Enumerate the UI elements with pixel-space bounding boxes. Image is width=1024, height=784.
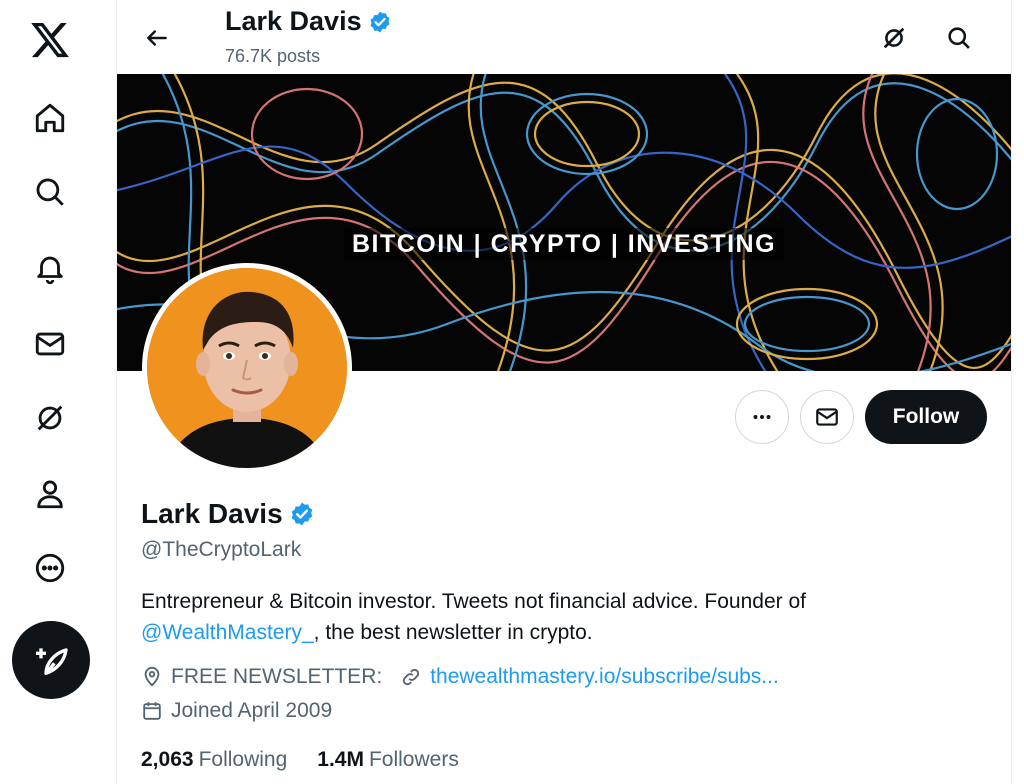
post-button[interactable] bbox=[12, 621, 90, 699]
profile-avatar[interactable] bbox=[142, 263, 352, 473]
left-nav bbox=[0, 0, 100, 784]
location-pin-icon bbox=[144, 666, 160, 687]
header-name: Lark Davis bbox=[225, 6, 392, 37]
display-name-text: Lark Davis bbox=[141, 498, 283, 529]
compose-feather-icon bbox=[36, 648, 68, 675]
link-icon bbox=[403, 668, 420, 686]
followers-count: 1.4M bbox=[317, 748, 364, 771]
profile-handle: @TheCryptoLark bbox=[141, 538, 302, 561]
verified-badge-icon bbox=[368, 10, 392, 34]
website-link[interactable]: thewealthmastery.io/subscribe/subs... bbox=[430, 665, 779, 689]
header-name-text: Lark Davis bbox=[225, 6, 362, 36]
following-label: Following bbox=[198, 748, 288, 771]
back-arrow-icon[interactable] bbox=[137, 18, 177, 58]
joined-row: Joined April 2009 bbox=[141, 699, 332, 723]
profile-bio: Entrepreneur & Bitcoin investor. Tweets … bbox=[141, 586, 981, 648]
more-icon[interactable] bbox=[24, 542, 76, 594]
mail-icon bbox=[816, 408, 838, 426]
avatar-photo bbox=[147, 268, 347, 468]
search-icon[interactable] bbox=[24, 166, 76, 218]
profile-main: Lark Davis 76.7K posts BITCOIN | CRYPTO … bbox=[117, 0, 1011, 784]
header-post-count: 76.7K posts bbox=[225, 46, 321, 66]
location-text: FREE NEWSLETTER: bbox=[171, 665, 383, 688]
home-icon[interactable] bbox=[24, 92, 76, 144]
search-icon[interactable] bbox=[937, 16, 981, 60]
follow-stats: 2,063 Following 1.4M Followers bbox=[141, 748, 459, 772]
profile-display-name: Lark Davis bbox=[141, 498, 315, 530]
more-dots-icon bbox=[753, 415, 771, 419]
following-count: 2,063 bbox=[141, 748, 194, 771]
right-divider bbox=[1011, 0, 1012, 784]
x-logo-icon[interactable] bbox=[24, 14, 76, 66]
grok-icon[interactable] bbox=[872, 16, 916, 60]
calendar-icon bbox=[143, 702, 161, 720]
profile-header-bar: Lark Davis 76.7K posts bbox=[117, 0, 1011, 74]
bio-mention-link[interactable]: @WealthMastery_ bbox=[141, 621, 314, 644]
message-button[interactable] bbox=[800, 390, 854, 444]
bio-text-end: , the best newsletter in crypto. bbox=[313, 621, 593, 644]
bell-icon[interactable] bbox=[24, 242, 76, 294]
followers-label: Followers bbox=[368, 748, 459, 771]
profile-icon[interactable] bbox=[24, 468, 76, 520]
followers-stat[interactable]: 1.4M Followers bbox=[317, 748, 459, 772]
bio-text: Entrepreneur & Bitcoin investor. Tweets … bbox=[141, 590, 806, 613]
mail-icon[interactable] bbox=[24, 318, 76, 370]
more-options-button[interactable] bbox=[735, 390, 789, 444]
grok-icon[interactable] bbox=[24, 392, 76, 444]
follow-button[interactable]: Follow bbox=[865, 390, 987, 444]
following-stat[interactable]: 2,063 Following bbox=[141, 748, 287, 772]
profile-meta-row: FREE NEWSLETTER: thewealthmastery.io/sub… bbox=[141, 665, 779, 689]
verified-badge-icon[interactable] bbox=[289, 501, 315, 527]
joined-text: Joined April 2009 bbox=[171, 699, 333, 722]
banner-tagline: BITCOIN | CRYPTO | INVESTING bbox=[117, 228, 1011, 260]
